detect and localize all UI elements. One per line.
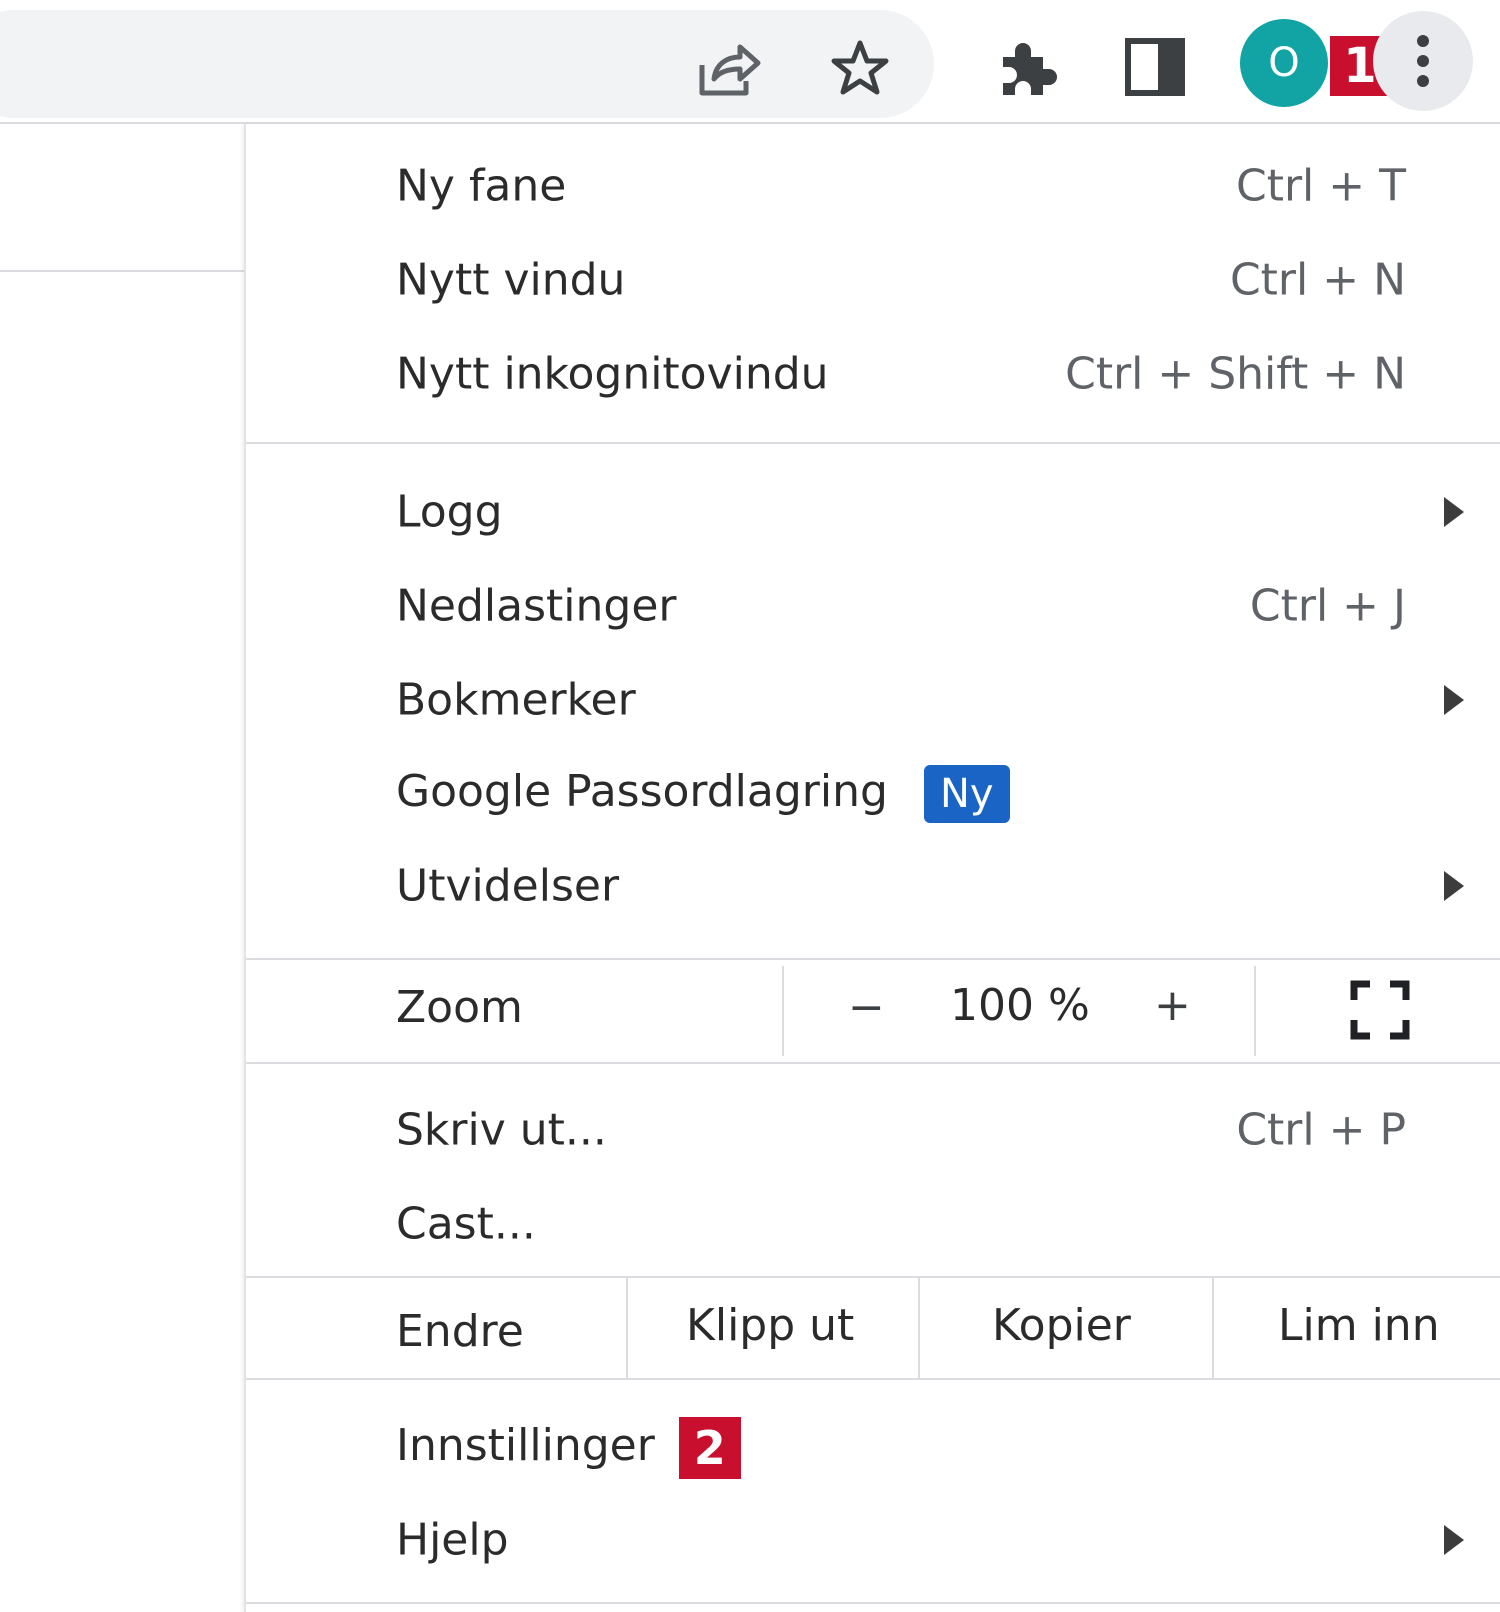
zoom-divider — [782, 966, 784, 1056]
submenu-arrow-icon — [1444, 1525, 1464, 1555]
fullscreen-icon[interactable] — [1350, 980, 1410, 1040]
cut-button[interactable]: Klipp ut — [686, 1300, 854, 1351]
edit-label: Endre — [396, 1306, 524, 1357]
menu-item-history[interactable]: Logg — [246, 466, 1500, 558]
paste-button[interactable]: Lim inn — [1278, 1300, 1440, 1351]
callout-badge-1-text: 1 — [1343, 38, 1377, 94]
zoom-in-button[interactable]: + — [1154, 980, 1191, 1031]
menu-item-label-wrap: Innstillinger 2 — [396, 1417, 741, 1479]
menu-item-label: Skriv ut... — [396, 1104, 607, 1156]
callout-badge-2: 2 — [678, 1417, 741, 1479]
submenu-arrow-icon — [1444, 685, 1464, 715]
zoom-row: Zoom − 100 % + — [246, 960, 1500, 1062]
page-divider — [0, 270, 244, 272]
menu-item-label: Hjelp — [396, 1514, 509, 1566]
callout-badge-2-text: 2 — [693, 1421, 726, 1475]
menu-item-label: Nytt vindu — [396, 254, 626, 306]
menu-separator — [246, 1062, 1500, 1064]
menu-item-label-wrap: Google Passordlagring Ny — [396, 765, 1010, 823]
zoom-label: Zoom — [396, 982, 523, 1033]
submenu-arrow-icon — [1444, 871, 1464, 901]
menu-item-label: Innstillinger — [396, 1420, 655, 1471]
zoom-out-button[interactable]: − — [848, 982, 885, 1033]
menu-item-new-tab[interactable]: Ny fane Ctrl + T — [246, 140, 1500, 232]
edit-divider — [918, 1278, 920, 1378]
edit-divider — [1212, 1278, 1214, 1378]
submenu-arrow-icon — [1444, 497, 1464, 527]
menu-item-shortcut: Ctrl + J — [1249, 580, 1406, 632]
menu-item-label: Utvidelser — [396, 860, 620, 912]
menu-item-shortcut: Ctrl + N — [1229, 254, 1406, 306]
menu-item-print[interactable]: Skriv ut... Ctrl + P — [246, 1084, 1500, 1176]
menu-item-shortcut: Ctrl + Shift + N — [1065, 348, 1406, 400]
menu-item-cast[interactable]: Cast... — [246, 1178, 1500, 1270]
profile-initial: O — [1268, 40, 1300, 86]
menu-item-help[interactable]: Hjelp — [246, 1494, 1500, 1586]
menu-item-downloads[interactable]: Nedlastinger Ctrl + J — [246, 560, 1500, 652]
menu-item-extensions[interactable]: Utvidelser — [246, 840, 1500, 932]
address-bar[interactable] — [0, 10, 934, 118]
zoom-divider — [1254, 966, 1256, 1056]
menu-separator — [246, 442, 1500, 444]
share-icon[interactable] — [694, 34, 764, 104]
profile-avatar[interactable]: O — [1240, 19, 1328, 107]
menu-item-label: Nedlastinger — [396, 580, 677, 632]
menu-item-label: Bokmerker — [396, 674, 636, 726]
menu-item-label: Cast... — [396, 1198, 536, 1250]
new-badge: Ny — [923, 765, 1010, 823]
menu-item-new-window[interactable]: Nytt vindu Ctrl + N — [246, 234, 1500, 326]
copy-button[interactable]: Kopier — [992, 1300, 1131, 1351]
side-panel-icon[interactable] — [1122, 34, 1188, 100]
menu-item-label: Logg — [396, 486, 503, 538]
puzzle-icon[interactable] — [990, 32, 1062, 104]
menu-item-new-incognito[interactable]: Nytt inkognitovindu Ctrl + Shift + N — [246, 328, 1500, 420]
menu-item-password-manager[interactable]: Google Passordlagring Ny — [246, 748, 1500, 840]
chrome-menu: Ny fane Ctrl + T Nytt vindu Ctrl + N Nyt… — [244, 124, 1500, 1612]
edit-divider — [626, 1278, 628, 1378]
menu-item-shortcut: Ctrl + P — [1236, 1104, 1406, 1156]
menu-item-settings[interactable]: Innstillinger 2 — [246, 1402, 1500, 1494]
menu-separator — [246, 1602, 1500, 1604]
menu-item-bookmarks[interactable]: Bokmerker — [246, 654, 1500, 746]
menu-item-label: Ny fane — [396, 160, 567, 212]
menu-item-shortcut: Ctrl + T — [1235, 160, 1406, 212]
three-dots-icon — [1417, 35, 1429, 87]
menu-button[interactable] — [1373, 11, 1473, 111]
zoom-value: 100 % — [950, 980, 1090, 1031]
menu-item-label: Nytt inkognitovindu — [396, 348, 829, 400]
browser-toolbar: O 1 — [0, 0, 1500, 124]
menu-item-label: Google Passordlagring — [396, 766, 888, 817]
star-icon[interactable] — [825, 34, 895, 104]
menu-separator — [246, 1378, 1500, 1380]
edit-row: Endre Klipp ut Kopier Lim inn — [246, 1278, 1500, 1378]
